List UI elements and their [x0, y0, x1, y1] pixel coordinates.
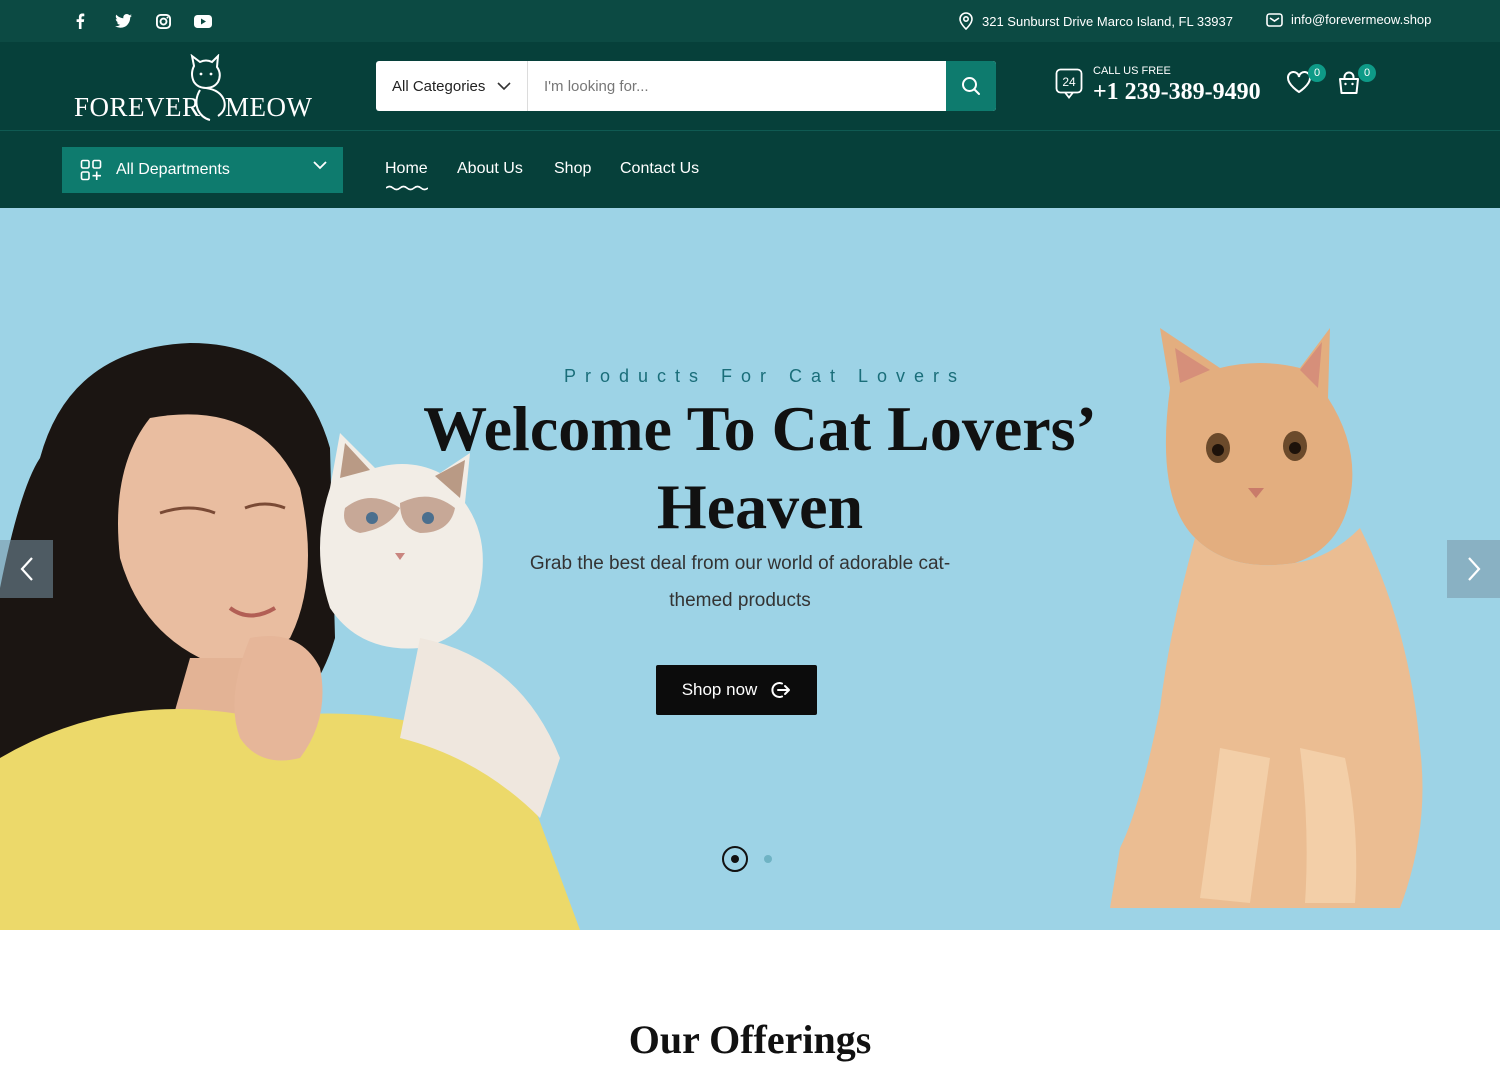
main-nav: All Departments Home About Us Shop Conta…: [0, 130, 1500, 208]
facebook-icon[interactable]: [69, 11, 91, 31]
nav-link-contact[interactable]: Contact Us: [620, 160, 699, 178]
slider-prev-button[interactable]: [0, 540, 53, 598]
email-text[interactable]: info@forevermeow.shop: [1291, 12, 1431, 27]
logo-text-right: MEOW: [225, 92, 313, 122]
youtube-icon[interactable]: [192, 11, 214, 31]
search-button[interactable]: [946, 61, 996, 111]
wishlist-count-badge: 0: [1308, 64, 1326, 82]
chevron-down-icon: [313, 161, 327, 170]
kitten-image: [1110, 328, 1423, 908]
top-bar: 321 Sunburst Drive Marco Island, FL 3393…: [0, 0, 1500, 42]
hero-tagline: Products For Cat Lovers: [563, 366, 967, 386]
active-link-wave: [386, 185, 428, 191]
phone-number[interactable]: +1 239-389-9490: [1093, 79, 1261, 106]
shop-now-label: Shop now: [681, 680, 758, 699]
category-select[interactable]: All Categories: [376, 61, 528, 111]
hero-title: Welcome To Cat Lovers’ Heaven: [423, 393, 1097, 542]
instagram-icon[interactable]: [152, 11, 174, 31]
site-logo[interactable]: FOREVER MEOW: [72, 54, 312, 124]
email-info[interactable]: info@forevermeow.shop: [1266, 12, 1431, 27]
support-24-label: 24: [1062, 75, 1076, 89]
logo-text-left: FOREVER: [74, 92, 201, 122]
address-text: 321 Sunburst Drive Marco Island, FL 3393…: [982, 13, 1233, 29]
mail-icon: [1266, 12, 1283, 27]
sign-in-arrow-icon: [771, 682, 791, 698]
address-info: 321 Sunburst Drive Marco Island, FL 3393…: [958, 12, 1233, 30]
search-icon: [962, 77, 980, 95]
nav-link-about[interactable]: About Us: [457, 160, 523, 178]
all-departments-label: All Departments: [116, 161, 230, 178]
search-input[interactable]: [528, 61, 946, 111]
slider-next-button[interactable]: [1447, 540, 1500, 598]
hero-subtitle: Grab the best deal from our world of ado…: [529, 553, 951, 611]
shop-now-button[interactable]: Shop now: [656, 665, 817, 715]
hero-slider: Products For Cat Lovers Welcome To Cat L…: [0, 208, 1500, 930]
location-pin-icon: [959, 12, 973, 30]
cart-button[interactable]: 0: [1336, 64, 1376, 100]
chevron-down-icon: [497, 81, 511, 90]
search-bar: All Categories: [376, 61, 996, 111]
call-label: CALL US FREE: [1093, 65, 1171, 77]
nav-link-shop[interactable]: Shop: [554, 160, 591, 178]
call-us[interactable]: 24 CALL US FREE +1 239-389-9490: [1055, 62, 1265, 112]
slider-dot-active[interactable]: [722, 846, 748, 872]
all-departments-button[interactable]: All Departments: [62, 147, 343, 193]
category-select-label: All Categories: [392, 77, 486, 95]
section-title-offerings: Our Offerings: [628, 1017, 872, 1062]
wishlist-button[interactable]: 0: [1286, 64, 1326, 100]
chevron-right-icon: [1467, 557, 1480, 581]
grid-plus-icon: [80, 159, 102, 181]
cart-count-badge: 0: [1358, 64, 1376, 82]
chevron-left-icon: [20, 557, 33, 581]
slider-dot[interactable]: [764, 855, 772, 863]
twitter-icon[interactable]: [112, 11, 134, 31]
nav-link-home[interactable]: Home: [385, 160, 428, 178]
